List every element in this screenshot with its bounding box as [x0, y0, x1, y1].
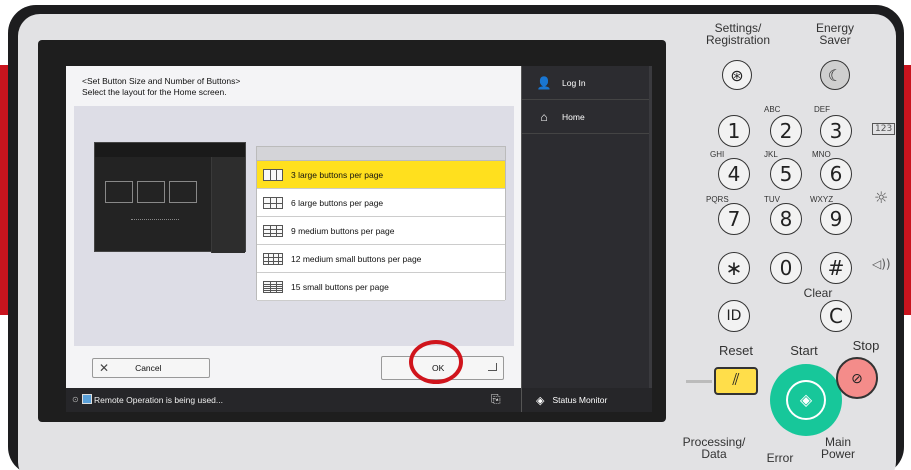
key-0[interactable]: 0 [770, 252, 802, 284]
reset-label: Reset [719, 343, 753, 358]
layout-9-icon [263, 224, 283, 237]
counter-icon[interactable]: 123 [872, 123, 896, 135]
highlight-circle [409, 340, 463, 384]
key-7[interactable]: 7 [718, 203, 750, 235]
processing-data-label: Processing/ Data [682, 435, 746, 461]
option-label: 12 medium small buttons per page [291, 253, 422, 264]
screen-header: <Set Button Size and Number of Buttons> … [82, 76, 240, 98]
status-monitor-icon: ◈ [536, 394, 545, 407]
content-area: 3 large buttons per page 6 large buttons… [74, 106, 514, 346]
remote-screen-icon [82, 394, 92, 404]
home-icon: ⌂ [540, 109, 548, 124]
key-3[interactable]: 3 [820, 115, 852, 147]
side-panel-scrollbar [649, 66, 652, 388]
key-4[interactable]: 4 [718, 158, 750, 190]
cancel-button[interactable]: ✕ Cancel [92, 358, 210, 378]
side-panel: 👤 Log In ⌂ Home [521, 66, 652, 388]
close-icon: ✕ [99, 361, 110, 375]
device-photo: <Set Button Size and Number of Buttons> … [0, 0, 911, 470]
layout-6-icon [263, 196, 283, 209]
star-key[interactable]: ∗ [718, 252, 750, 284]
stop-button[interactable]: ⊘ [836, 357, 878, 399]
login-label: Log In [562, 77, 586, 88]
option-label: 3 large buttons per page [291, 169, 384, 180]
enter-corner-icon [488, 363, 497, 371]
start-icon: ◈ [786, 380, 826, 420]
touch-screen: <Set Button Size and Number of Buttons> … [66, 66, 652, 412]
brightness-icon[interactable]: ☼ [874, 188, 888, 207]
settings-registration-button[interactable]: ⊛ [722, 60, 752, 90]
home-button[interactable]: ⌂ Home [522, 100, 652, 134]
moon-icon: ☾ [827, 65, 843, 85]
settings-icon: ⊛ [730, 65, 744, 85]
layout-12-icon [263, 252, 283, 265]
cancel-label: Cancel [135, 363, 162, 373]
key-8-letters: TUV [764, 195, 780, 204]
key-6[interactable]: 6 [820, 158, 852, 190]
option-label: 6 large buttons per page [291, 197, 384, 208]
key-8[interactable]: 8 [770, 203, 802, 235]
key-7-letters: PQRS [706, 195, 729, 204]
option-label: 15 small buttons per page [291, 281, 389, 292]
list-scroll-header [257, 147, 505, 161]
screen-instruction: Select the layout for the Home screen. [82, 87, 227, 97]
option-label: 9 medium buttons per page [291, 225, 395, 236]
reset-slash-icon: ⫽ [732, 372, 740, 389]
main-power-label: Main Power [820, 435, 855, 461]
key-3-letters: DEF [814, 105, 830, 114]
start-label: Start [790, 343, 818, 358]
screen-title: <Set Button Size and Number of Buttons> [82, 76, 241, 86]
energy-saver-label: Energy Saver [815, 21, 855, 47]
reset-button[interactable]: ⫽ [714, 367, 758, 395]
settings-registration-label: Settings/ Registration [705, 21, 771, 47]
key-1[interactable]: 1 [718, 115, 750, 147]
layout-3-icon [263, 168, 283, 181]
layout-option-list: 3 large buttons per page 6 large buttons… [256, 146, 506, 301]
key-2[interactable]: 2 [770, 115, 802, 147]
stop-label: Stop [852, 338, 880, 353]
option-9-medium-buttons[interactable]: 9 medium buttons per page [257, 217, 505, 245]
start-button[interactable]: ◈ [770, 364, 842, 436]
energy-saver-button[interactable]: ☾ [820, 60, 850, 90]
id-key[interactable]: ID [718, 300, 750, 332]
key-5-letters: JKL [764, 150, 778, 159]
clear-key[interactable]: C [820, 300, 852, 332]
status-message: Remote Operation is being used... [94, 395, 223, 405]
key-9[interactable]: 9 [820, 203, 852, 235]
stop-icon: ⊘ [851, 369, 863, 386]
volume-icon[interactable]: ◁)) [872, 257, 891, 271]
error-label: Error [766, 451, 794, 465]
status-monitor-button[interactable]: ◈ Status Monitor [521, 388, 652, 412]
user-key-icon: 👤 [536, 75, 552, 90]
option-3-large-buttons[interactable]: 3 large buttons per page [257, 161, 505, 189]
status-monitor-label: Status Monitor [552, 395, 608, 405]
clear-label: Clear [803, 286, 833, 300]
option-6-large-buttons[interactable]: 6 large buttons per page [257, 189, 505, 217]
home-label: Home [562, 111, 585, 122]
option-15-small-buttons[interactable]: 15 small buttons per page [257, 273, 505, 301]
layout-15-icon [263, 280, 283, 293]
hash-key[interactable]: # [820, 252, 852, 284]
divider-line [686, 380, 712, 383]
option-12-medium-small-buttons[interactable]: 12 medium small buttons per page [257, 245, 505, 273]
key-4-letters: GHI [710, 150, 725, 159]
remote-operation-icon[interactable]: ⎘ [491, 392, 501, 407]
key-2-letters: ABC [764, 105, 781, 114]
asterisk-icon: ∗ [725, 256, 743, 280]
key-6-letters: MNO [812, 150, 831, 159]
key-5[interactable]: 5 [770, 158, 802, 190]
key-9-letters: WXYZ [810, 195, 834, 204]
lock-icon: ⊙ [72, 395, 79, 404]
layout-preview-image [94, 142, 246, 253]
login-button[interactable]: 👤 Log In [522, 66, 652, 100]
settings-main-area: <Set Button Size and Number of Buttons> … [66, 66, 521, 412]
